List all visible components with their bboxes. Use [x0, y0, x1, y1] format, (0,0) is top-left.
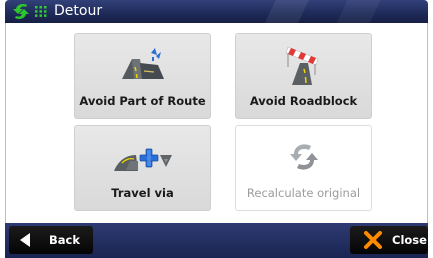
avoid-roadblock-button[interactable]: Avoid Roadblock [235, 33, 372, 119]
x-icon [364, 231, 382, 249]
recalculate-icon [289, 144, 318, 170]
title-bar: Detour [5, 0, 428, 23]
grid-icon [35, 6, 47, 17]
recalculate-original-button[interactable]: Recalculate original [235, 125, 372, 211]
detour-screen: Detour Avoid Part of Route Avoid Roadblo… [0, 0, 433, 258]
title-bar-decoration [215, 0, 428, 23]
bottom-bar: Back Close [5, 223, 428, 258]
avoid-part-of-route-button[interactable]: Avoid Part of Route [74, 33, 211, 119]
options-panel: Avoid Part of Route Avoid Roadblock Trav… [5, 23, 428, 223]
travel-via-label: Travel via [111, 186, 174, 200]
left-triangle-icon [20, 233, 30, 247]
close-button[interactable]: Close [350, 226, 428, 254]
avoid-part-icon [121, 48, 164, 79]
close-label: Close [392, 233, 427, 247]
back-label: Back [49, 233, 80, 247]
roadblock-icon [285, 46, 318, 85]
avoid-roadblock-label: Avoid Roadblock [249, 94, 358, 108]
back-button[interactable]: Back [9, 226, 93, 254]
travel-via-button[interactable]: Travel via [74, 125, 211, 211]
travel-via-icon [113, 148, 172, 171]
avoid-part-of-route-label: Avoid Part of Route [79, 94, 206, 108]
window-title: Detour [54, 3, 103, 19]
back-arrow-icon[interactable] [11, 2, 31, 21]
recalculate-original-label: Recalculate original [246, 186, 361, 200]
